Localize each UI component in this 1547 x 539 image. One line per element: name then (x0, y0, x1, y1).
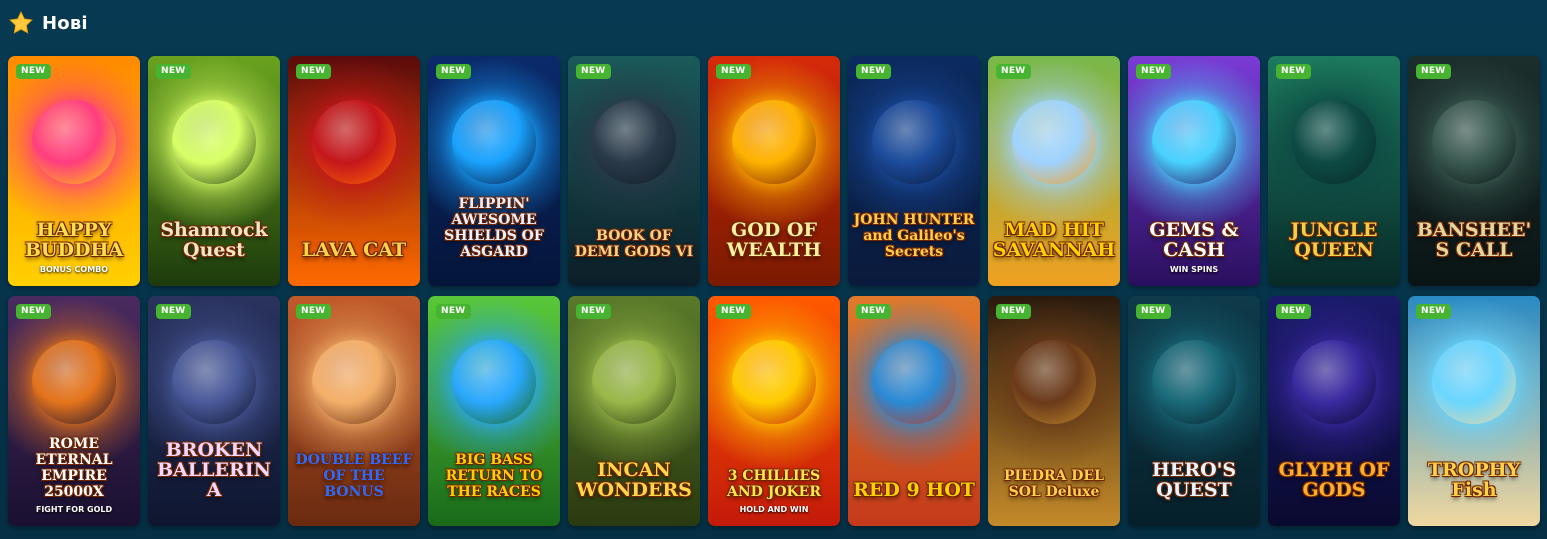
game-tile[interactable]: NEW INCAN WONDERS (568, 296, 700, 526)
new-badge: NEW (1416, 64, 1451, 79)
new-badge: NEW (296, 64, 331, 79)
game-tile[interactable]: NEW MAD HIT SAVANNAH (988, 56, 1120, 286)
game-tile[interactable]: NEW HERO'S QUEST (1128, 296, 1260, 526)
game-subtitle: HOLD AND WIN (739, 505, 809, 514)
game-character-art (1432, 100, 1516, 184)
game-title: TROPHY Fish (1427, 459, 1521, 501)
new-badge: NEW (16, 304, 51, 319)
game-tile[interactable]: NEW DOUBLE BEEF OF THE BONUS (288, 296, 420, 526)
game-character-art (172, 100, 256, 184)
game-character-art (1432, 340, 1516, 424)
game-title: HAPPY BUDDHA (24, 219, 124, 261)
game-title: GEMS & CASH (1149, 219, 1239, 261)
game-title: JOHN HUNTER and Galileo's Secrets (853, 212, 975, 260)
new-badge: NEW (436, 304, 471, 319)
new-badge: NEW (576, 304, 611, 319)
game-character-art (1152, 100, 1236, 184)
game-tile[interactable]: NEW JOHN HUNTER and Galileo's Secrets (848, 56, 980, 286)
game-character-art (872, 100, 956, 184)
game-tile[interactable]: NEW HAPPY BUDDHA BONUS COMBO (8, 56, 140, 286)
game-tile[interactable]: NEW GEMS & CASH WIN SPINS (1128, 56, 1260, 286)
game-tile[interactable]: NEW Shamrock Quest (148, 56, 280, 286)
game-title: LAVA CAT (301, 239, 407, 261)
game-title: BANSHEE'S CALL (1416, 219, 1532, 261)
new-games-section: Нові NEW HAPPY BUDDHA BONUS COMBO NEW Shamro… (0, 0, 1547, 539)
game-character-art (32, 100, 116, 184)
game-character-art (872, 340, 956, 424)
game-character-art (1292, 100, 1376, 184)
game-character-art (1012, 100, 1096, 184)
new-badge: NEW (856, 64, 891, 79)
game-title: BIG BASS RETURN TO THE RACES (445, 452, 543, 500)
game-title: GLYPH OF GODS (1278, 459, 1390, 501)
game-character-art (452, 100, 536, 184)
game-subtitle: FIGHT FOR GOLD (35, 505, 113, 514)
game-tile[interactable]: NEW 3 CHILLIES AND JOKER HOLD AND WIN (708, 296, 840, 526)
game-title: HERO'S QUEST (1151, 459, 1237, 501)
section-title: Нові (42, 12, 88, 34)
game-tile[interactable]: NEW TROPHY Fish (1408, 296, 1540, 526)
game-title: RED 9 HOT (853, 479, 975, 501)
new-badge: NEW (1416, 304, 1451, 319)
new-badge: NEW (856, 304, 891, 319)
new-badge: NEW (1136, 64, 1171, 79)
game-character-art (1012, 340, 1096, 424)
game-tile[interactable]: NEW GLYPH OF GODS (1268, 296, 1400, 526)
game-character-art (312, 340, 396, 424)
new-badge: NEW (716, 304, 751, 319)
new-badge: NEW (576, 64, 611, 79)
game-title: PIEDRA DEL SOL Deluxe (1004, 468, 1104, 500)
new-badge: NEW (716, 64, 751, 79)
game-tile[interactable]: NEW RED 9 HOT (848, 296, 980, 526)
new-badge: NEW (1136, 304, 1171, 319)
game-character-art (172, 340, 256, 424)
game-title: JUNGLE QUEEN (1290, 219, 1378, 261)
game-character-art (732, 340, 816, 424)
new-badge: NEW (1276, 64, 1311, 79)
game-title: ROME ETERNAL EMPIRE 25000X (35, 436, 113, 500)
new-badge: NEW (996, 64, 1031, 79)
game-subtitle: BONUS COMBO (39, 265, 109, 274)
game-tile[interactable]: NEW ROME ETERNAL EMPIRE 25000X FIGHT FOR G… (8, 296, 140, 526)
game-title: GOD OF WEALTH (726, 219, 822, 261)
new-badge: NEW (156, 64, 191, 79)
new-badge: NEW (436, 64, 471, 79)
game-title: MAD HIT SAVANNAH (992, 219, 1116, 261)
game-title: 3 CHILLIES AND JOKER (727, 468, 821, 500)
new-badge: NEW (1276, 304, 1311, 319)
game-tile[interactable]: NEW BOOK OF DEMI GODS VI (568, 56, 700, 286)
game-character-art (592, 340, 676, 424)
game-character-art (592, 100, 676, 184)
game-tile[interactable]: NEW BIG BASS RETURN TO THE RACES (428, 296, 560, 526)
game-title: BROKEN BALLERINA (156, 439, 272, 501)
game-tile[interactable]: NEW GOD OF WEALTH (708, 56, 840, 286)
game-character-art (1152, 340, 1236, 424)
game-character-art (312, 100, 396, 184)
new-badge: NEW (996, 304, 1031, 319)
new-badge: NEW (16, 64, 51, 79)
new-badge: NEW (296, 304, 331, 319)
game-title: Shamrock Quest (160, 219, 268, 261)
game-tile[interactable]: NEW PIEDRA DEL SOL Deluxe (988, 296, 1120, 526)
game-character-art (452, 340, 536, 424)
game-character-art (1292, 340, 1376, 424)
game-tile[interactable]: NEW JUNGLE QUEEN (1268, 56, 1400, 286)
game-subtitle: WIN SPINS (1169, 265, 1219, 274)
game-tile[interactable]: NEW BANSHEE'S CALL (1408, 56, 1540, 286)
section-header: Нові (8, 10, 88, 36)
new-badge: NEW (156, 304, 191, 319)
game-character-art (32, 340, 116, 424)
game-title: FLIPPIN' AWESOME SHIELDS OF ASGARD (444, 196, 544, 260)
game-tile[interactable]: NEW LAVA CAT (288, 56, 420, 286)
games-grid: NEW HAPPY BUDDHA BONUS COMBO NEW Shamrock Qu… (8, 56, 1540, 526)
game-tile[interactable]: NEW FLIPPIN' AWESOME SHIELDS OF ASGARD (428, 56, 560, 286)
game-title: INCAN WONDERS (576, 459, 692, 501)
star-icon (9, 10, 33, 34)
game-title: DOUBLE BEEF OF THE BONUS (295, 452, 413, 500)
game-title: BOOK OF DEMI GODS VI (574, 228, 694, 260)
game-tile[interactable]: NEW BROKEN BALLERINA (148, 296, 280, 526)
game-character-art (732, 100, 816, 184)
